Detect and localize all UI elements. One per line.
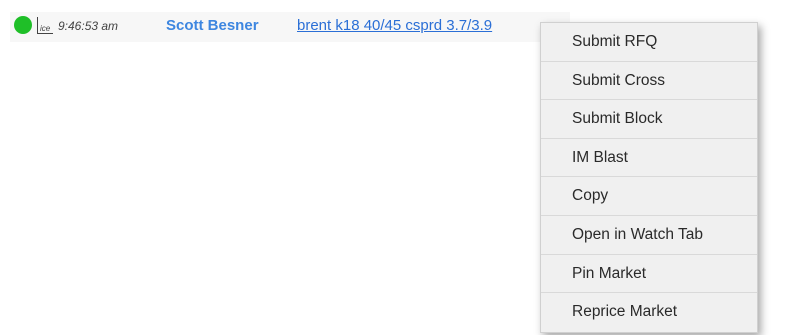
menu-item-submit-block[interactable]: Submit Block: [541, 100, 757, 139]
sender-name[interactable]: Scott Besner: [166, 17, 259, 34]
chat-message-row: ice 9:46:53 am Scott Besner brent k18 40…: [10, 12, 570, 42]
menu-item-copy[interactable]: Copy: [541, 177, 757, 216]
menu-item-open-in-watch-tab[interactable]: Open in Watch Tab: [541, 216, 757, 255]
online-status-icon: [14, 16, 32, 34]
market-link[interactable]: brent k18 40/45 csprd 3.7/3.9: [297, 17, 492, 34]
menu-item-submit-cross[interactable]: Submit Cross: [541, 62, 757, 101]
ice-source-icon-label: ice: [40, 24, 51, 33]
menu-item-pin-market[interactable]: Pin Market: [541, 255, 757, 294]
context-menu: Submit RFQ Submit Cross Submit Block IM …: [540, 22, 758, 333]
ice-source-icon: ice: [37, 17, 53, 34]
menu-item-reprice-market[interactable]: Reprice Market: [541, 293, 757, 332]
message-timestamp: 9:46:53 am: [58, 19, 119, 33]
menu-item-im-blast[interactable]: IM Blast: [541, 139, 757, 178]
menu-item-submit-rfq[interactable]: Submit RFQ: [541, 23, 757, 62]
